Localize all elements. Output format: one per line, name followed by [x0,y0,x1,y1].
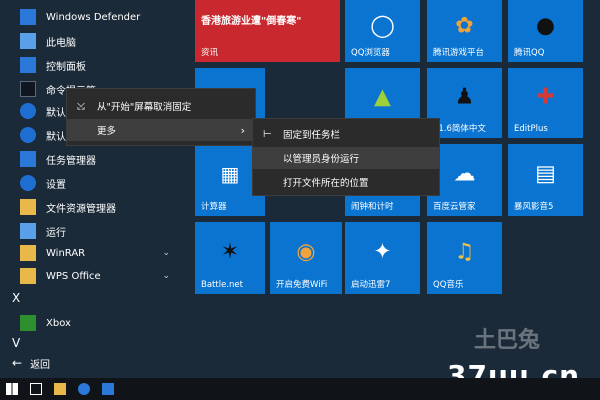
qq-music-icon: ♫ [454,239,475,265]
tile-battlenet[interactable]: ✶ Battle.net [195,222,265,294]
letter-header-x[interactable]: X [12,291,20,305]
task-view-button[interactable] [24,378,48,400]
taskbar [0,378,600,400]
taskbar-qq-browser[interactable] [72,378,96,400]
folder-icon [20,268,36,284]
start-item-windows-defender[interactable]: Windows Defender [0,6,190,28]
qq-browser-icon: ◯ [370,13,395,39]
tile-label: 启动迅雷7 [351,280,391,290]
start-item-settings[interactable]: 设置 [0,172,190,194]
battlenet-icon: ✶ [220,239,240,265]
wifi-icon: ◉ [296,239,316,265]
context-menu: ⤩ 从"开始"屏幕取消固定 更多 › [66,88,256,146]
tile-qqmusic[interactable]: ♫ QQ音乐 [427,222,502,294]
menu-unpin[interactable]: ⤩ 从"开始"屏幕取消固定 [67,95,255,117]
menu-more[interactable]: 更多 › [67,119,255,141]
settings-gear-icon [20,175,36,191]
wps-icon [102,383,114,395]
tile-news[interactable]: 香港旅游业遭"倒春寒" 资讯 [195,0,340,62]
windows-logo-icon [6,383,18,395]
start-item-task-manager[interactable]: 任务管理器 [0,148,190,170]
tile-wifi[interactable]: ◉ 开启免费WiFi [270,222,342,294]
tile-editplus[interactable]: ✚ EditPlus [508,68,583,138]
back-button[interactable]: ← 返回 [0,352,190,374]
chevron-down-icon: ⌄ [162,271,170,281]
unpin-icon: ⤩ [77,100,85,112]
tile-label: 百度云管家 [433,202,476,212]
tile-storm[interactable]: ▤ 暴风影音5 [508,144,583,216]
counter-strike-icon: ♟ [454,84,475,110]
letter-header-v[interactable]: V [12,336,20,350]
default-icon [20,127,36,143]
chevron-down-icon: ⌄ [162,248,170,258]
folder-icon [20,199,36,215]
tile-label: 闹钟和计时 [351,202,394,212]
cmd-icon [20,81,36,97]
storm-player-icon: ▤ [535,161,556,187]
tile-qq-browser[interactable]: ◯ QQ浏览器 [345,0,420,62]
start-item-file-explorer[interactable]: 文件资源管理器 [0,196,190,218]
editplus-icon: ✚ [536,84,555,110]
folder-icon [20,245,36,261]
start-item-run[interactable]: 运行 [0,220,190,242]
folder-icon [54,383,66,395]
chevron-right-icon: › [240,123,245,137]
menu-pin-taskbar[interactable]: ⊢ 固定到任务栏 [253,123,439,145]
default-icon [20,103,36,119]
tile-xunlei[interactable]: ✦ 启动迅雷7 [345,222,420,294]
xunlei-bird-icon: ✦ [373,239,392,265]
start-item-xbox[interactable]: Xbox [0,312,190,334]
android-icon: ▲ [374,84,391,110]
taskbar-wps[interactable] [96,378,120,400]
tile-label: 资讯 [201,48,219,58]
taskbar-file-explorer[interactable] [48,378,72,400]
tile-label: 开启免费WiFi [276,280,328,290]
start-item-control-panel[interactable]: 控制面板 [0,54,190,76]
tile-label: EditPlus [514,124,548,134]
tile-label: 计算器 [201,202,227,212]
calculator-icon: ▦ [220,162,240,187]
task-view-icon [30,383,42,395]
run-icon [20,223,36,239]
start-item-this-pc[interactable]: 此电脑 [0,30,190,52]
tile-tencent-qq[interactable]: ● 腾讯QQ [508,0,583,62]
baidu-cloud-icon: ☁ [453,161,476,187]
back-arrow-icon: ← [12,356,23,370]
start-group-winrar[interactable]: WinRAR ⌄ [0,242,190,264]
pin-icon: ⊢ [263,128,272,140]
tile-label: S1.6简体中文 [433,124,486,134]
xbox-icon [20,315,36,331]
tile-label: 腾讯游戏平台 [433,48,485,58]
control-panel-icon [20,57,36,73]
qq-penguin-icon: ● [535,13,556,39]
shield-icon [20,9,36,25]
task-manager-icon [20,151,36,167]
start-button[interactable] [0,378,24,400]
tile-label: 腾讯QQ [514,48,545,58]
tile-label: QQ音乐 [433,280,464,290]
submenu: ⊢ 固定到任务栏 以管理员身份运行 打开文件所在的位置 [252,118,440,196]
menu-run-as-admin[interactable]: 以管理员身份运行 [253,147,439,169]
start-menu-list: Windows Defender 此电脑 控制面板 命令提示符 默认 默认 任务… [0,0,190,378]
qq-browser-icon [78,383,90,395]
tile-label: QQ浏览器 [351,48,390,58]
tile-tencent-games[interactable]: ✿ 腾讯游戏平台 [427,0,502,62]
computer-icon [20,33,36,49]
news-headline: 香港旅游业遭"倒春寒" [201,16,302,27]
menu-open-file-location[interactable]: 打开文件所在的位置 [253,171,439,193]
tencent-games-icon: ✿ [455,13,474,39]
tile-label: 暴风影音5 [514,202,554,212]
watermark-cn: 土巴兔 [473,328,540,353]
tile-label: Battle.net [201,280,243,290]
start-group-wps[interactable]: WPS Office ⌄ [0,265,190,287]
